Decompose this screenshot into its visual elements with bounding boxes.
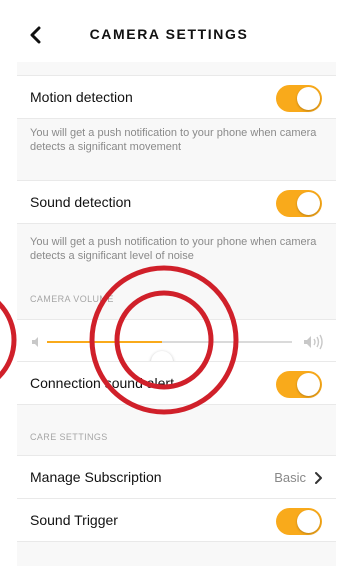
motion-detection-description: You will get a push notification to your… — [30, 127, 317, 153]
sound-detection-label: Sound detection — [30, 194, 132, 210]
sound-detection-toggle[interactable] — [276, 190, 322, 217]
volume-slider-track[interactable] — [47, 341, 292, 373]
connection-sound-alert-toggle[interactable] — [276, 371, 322, 398]
connection-sound-alert-row: Connection sound alert — [17, 361, 336, 405]
sound-trigger-toggle[interactable] — [276, 508, 322, 535]
toggle-knob — [297, 510, 320, 533]
care-settings-section-label: CARE SETTINGS — [30, 432, 108, 442]
chevron-right-icon — [315, 472, 322, 484]
toggle-knob — [297, 373, 320, 396]
sound-trigger-label: Sound Trigger — [30, 512, 118, 528]
camera-settings-screen: CAMERA SETTINGS Motion detection You wil… — [0, 0, 338, 566]
camera-volume-section-label: CAMERA VOLUME — [30, 294, 114, 304]
camera-volume-row — [17, 319, 336, 373]
sound-detection-description: You will get a push notification to your… — [30, 236, 317, 262]
motion-detection-row: Motion detection — [17, 75, 336, 119]
manage-subscription-row[interactable]: Manage Subscription Basic — [17, 455, 336, 499]
motion-detection-toggle[interactable] — [276, 85, 322, 112]
volume-low-icon — [32, 337, 38, 347]
connection-sound-alert-label: Connection sound alert — [30, 375, 174, 391]
subscription-plan-value: Basic — [274, 469, 306, 485]
sound-trigger-row: Sound Trigger — [17, 498, 336, 542]
toggle-knob — [297, 87, 320, 110]
toggle-knob — [297, 192, 320, 215]
page-title: CAMERA SETTINGS — [89, 26, 249, 42]
sound-detection-row: Sound detection — [17, 180, 336, 224]
manage-subscription-label: Manage Subscription — [30, 469, 162, 485]
volume-slider-fill — [47, 341, 163, 343]
header-bar: CAMERA SETTINGS — [0, 0, 338, 62]
motion-detection-label: Motion detection — [30, 89, 133, 105]
volume-high-icon — [304, 334, 323, 350]
